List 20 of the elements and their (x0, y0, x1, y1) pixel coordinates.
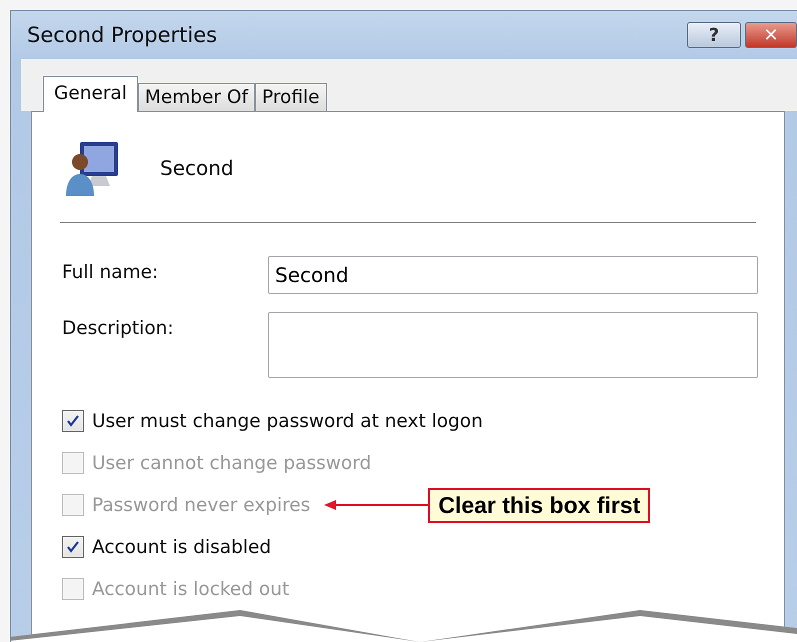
checkbox-label: User must change password at next logon (92, 410, 483, 432)
checkmark-icon (66, 540, 80, 554)
input-field[interactable]: Second (268, 256, 758, 294)
checkbox-label: Password never expires (92, 494, 310, 516)
help-button[interactable]: ? (687, 22, 741, 48)
tab[interactable]: Member Of (138, 83, 255, 111)
checkbox-label: User cannot change password (92, 452, 372, 474)
callout: Clear this box first (428, 488, 650, 522)
checkbox-label: Account is locked out (92, 578, 290, 600)
tab[interactable]: General (43, 76, 138, 112)
field-label: Description: (62, 317, 175, 339)
window-title: Second Properties (27, 23, 218, 47)
checkbox-label: Account is disabled (92, 536, 272, 558)
field-label: Full name: (62, 261, 160, 283)
tab[interactable]: Profile (254, 83, 327, 111)
checkmark-icon (66, 414, 80, 428)
checkbox[interactable] (62, 410, 84, 432)
user-name: Second (160, 156, 234, 180)
input-field[interactable] (268, 312, 758, 378)
checkbox[interactable] (62, 536, 84, 558)
